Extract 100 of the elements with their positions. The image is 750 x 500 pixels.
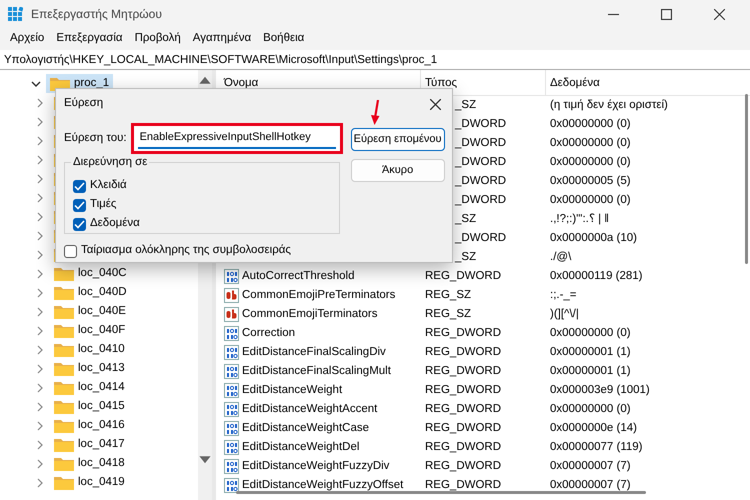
dialog-button[interactable]: Εύρεση επομένου: [350, 128, 445, 151]
table-cell-text: 0x00000000 (0): [549, 155, 632, 170]
table-cell-text: 0x00000119 (281): [549, 269, 644, 284]
tree-item[interactable]: loc_040D: [78, 283, 127, 302]
find-field[interactable]: EnableExpressiveInputShellHotkey: [130, 123, 343, 154]
table-cell-text: 0x00000077 (119): [549, 440, 644, 455]
table-cell-text: CommonEmojiTerminators: [242, 307, 378, 322]
table-cell-text: 0x00000000 (0): [549, 117, 632, 132]
table-cell-text: 0x0000000e (14): [549, 421, 638, 436]
folder-icon: [54, 475, 74, 490]
scrollbar-thumb[interactable]: [745, 94, 748, 264]
menu-item[interactable]: Επεξεργασία: [50, 30, 129, 48]
table-cell: _DWORD: [455, 156, 506, 168]
folder-icon: [54, 418, 74, 433]
close-icon[interactable]: [714, 8, 725, 20]
column-header[interactable]: Δεδομένα: [546, 70, 750, 95]
folder-icon: [54, 361, 74, 376]
arrow-annotation: [370, 100, 381, 126]
checkbox-label[interactable]: Τιμές: [90, 196, 116, 214]
table-cell-text: 0x00000000 (0): [549, 136, 632, 151]
table-cell: REG_DWORD: [425, 422, 502, 434]
folder-icon: [54, 437, 74, 452]
scrollbar-thumb[interactable]: [236, 491, 646, 494]
table-cell-text: 0x00000007 (7): [549, 459, 632, 474]
folder-icon: [54, 266, 74, 281]
check-icon: [73, 218, 86, 230]
table-cell-text: EditDistanceWeight: [242, 383, 342, 398]
binary-value-icon: [224, 364, 239, 379]
table-cell-text: CommonEmojiPreTerminators: [242, 288, 396, 303]
table-cell-text: 0x00000000 (0): [549, 402, 632, 417]
table-cell: REG_DWORD: [425, 460, 502, 472]
table-cell-text: 0x00000000 (0): [549, 326, 632, 341]
table-cell-text: EditDistanceWeightFuzzyDiv: [242, 459, 390, 474]
table-cell: _DWORD: [455, 194, 506, 206]
tree-item[interactable]: loc_040E: [78, 302, 126, 321]
tree-item[interactable]: loc_0419: [78, 473, 125, 492]
table-cell: _SZ: [455, 99, 476, 111]
checkbox-label[interactable]: Δεδομένα: [90, 215, 140, 233]
table-cell-text: EditDistanceWeightCase: [242, 421, 369, 436]
folder-icon: [54, 285, 74, 300]
table-cell: _DWORD: [455, 175, 506, 187]
table-cell: _SZ: [455, 213, 476, 225]
check-icon: [73, 198, 86, 212]
binary-value-icon: [224, 326, 239, 341]
table-cell-text: EditDistanceFinalScalingMult: [242, 364, 391, 379]
address-bar[interactable]: Υπολογιστής\HKEY_LOCAL_MACHINE\SOFTWARE\Microsoft\Input\Settings\proc_1: [0, 50, 750, 70]
tree-item[interactable]: loc_0415: [78, 397, 125, 416]
checkbox-label[interactable]: Κλειδιά: [90, 177, 127, 195]
app-icon: [8, 6, 23, 22]
checkbox[interactable]: [73, 198, 86, 212]
check-icon: [73, 180, 86, 192]
table-cell: _DWORD: [455, 118, 506, 130]
string-value-icon: [224, 307, 239, 322]
table-cell: REG_DWORD: [425, 346, 502, 358]
menu-item[interactable]: Προβολή: [128, 30, 187, 48]
table-cell-text: 0x00000005 (5): [549, 174, 632, 189]
checkbox[interactable]: [64, 244, 77, 258]
table-cell-text: 0x00000001 (1): [549, 364, 632, 379]
tree-item[interactable]: loc_040F: [78, 321, 126, 340]
menu-item[interactable]: Αρχείο: [4, 30, 50, 48]
table-cell-text: AutoCorrectThreshold: [242, 269, 354, 284]
binary-value-icon: [224, 402, 239, 417]
menu-item[interactable]: Αγαπημένα: [186, 30, 258, 48]
tree-item[interactable]: loc_0414: [78, 378, 125, 397]
table-cell-text: EditDistanceWeightDel: [242, 440, 360, 455]
table-cell: _DWORD: [455, 232, 506, 244]
table-cell-text: 0x00000007 (7): [549, 478, 632, 493]
table-cell: REG_DWORD: [425, 441, 502, 453]
tree-item[interactable]: loc_0416: [78, 416, 125, 435]
folder-icon: [54, 380, 74, 395]
table-cell-text: EditDistanceWeightAccent: [242, 402, 378, 417]
folder-icon: [54, 399, 74, 414]
string-value-icon: [224, 288, 239, 303]
binary-value-icon: [224, 421, 239, 436]
dialog-button[interactable]: Άκυρο: [350, 159, 445, 182]
folder-icon: [54, 304, 74, 319]
folder-icon: [54, 323, 74, 338]
checkbox-label[interactable]: Ταίριασμα ολόκληρης της συμβολοσειράς: [81, 242, 291, 260]
window-title: Επεξεργαστής Μητρώου: [31, 6, 163, 23]
table-cell-text: Correction: [242, 326, 296, 341]
table-cell-text: EditDistanceWeightFuzzyOffset: [242, 478, 404, 493]
table-cell: _DWORD: [455, 137, 506, 149]
dialog-title: Εύρεση: [64, 96, 104, 112]
binary-value-icon: [224, 269, 239, 284]
table-cell-text: (η τιμή δεν έχει οριστεί): [549, 98, 669, 113]
table-cell-text: EditDistanceFinalScalingDiv: [242, 345, 386, 360]
tree-item[interactable]: loc_040C: [78, 264, 127, 283]
tree-item[interactable]: loc_0418: [78, 454, 125, 473]
tree-item[interactable]: loc_0410: [78, 340, 125, 359]
checkbox[interactable]: [73, 218, 86, 230]
close-icon[interactable]: [430, 98, 441, 110]
maximize-icon[interactable]: [661, 8, 672, 20]
tree-item[interactable]: loc_0413: [78, 359, 125, 378]
table-cell: REG_DWORD: [425, 403, 502, 415]
table-cell-text: 0x0000000a (10): [549, 231, 638, 246]
checkbox[interactable]: [73, 180, 86, 192]
tree-item[interactable]: loc_0417: [78, 435, 125, 454]
table-cell: REG_DWORD: [425, 270, 502, 282]
menu-item[interactable]: Βοήθεια: [257, 30, 310, 48]
table-cell: REG_DWORD: [425, 327, 502, 339]
